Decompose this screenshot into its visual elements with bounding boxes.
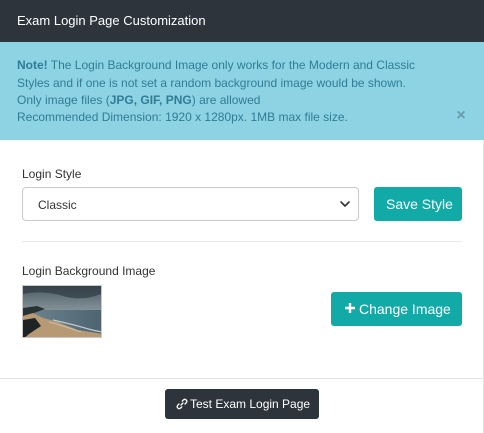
alert-line-3: Only image files (JPG, GIF, PNG) are all… <box>17 92 260 108</box>
save-style-label: Save Style <box>386 196 453 212</box>
link-icon <box>176 398 188 410</box>
section-divider <box>22 241 462 242</box>
change-image-label: Change Image <box>359 301 451 317</box>
coastal-landscape-image <box>23 286 101 337</box>
test-exam-login-page-label: Test Exam Login Page <box>190 397 311 411</box>
change-image-button[interactable]: Change Image <box>331 292 462 326</box>
panel-title: Exam Login Page Customization <box>17 13 206 28</box>
login-style-select[interactable]: Classic <box>22 187 359 221</box>
plus-icon <box>345 303 355 313</box>
alert-line-1-text: The Login Background Image only works fo… <box>47 58 415 72</box>
background-image-label: Login Background Image <box>22 264 156 278</box>
login-style-label: Login Style <box>22 167 82 181</box>
alert-file-types: JPG, GIF, PNG <box>109 93 192 107</box>
chevron-down-icon <box>340 201 350 207</box>
panel-header: Exam Login Page Customization <box>0 0 484 42</box>
login-style-selected-value: Classic <box>38 198 77 212</box>
background-image-thumbnail <box>22 285 102 338</box>
alert-line-3-suffix: ) are allowed <box>191 93 261 107</box>
alert-close-icon[interactable]: × <box>454 108 468 124</box>
info-alert: Note! The Login Background Image only wo… <box>0 42 484 140</box>
test-exam-login-page-button[interactable]: Test Exam Login Page <box>165 389 319 419</box>
footer-divider <box>0 378 484 379</box>
exam-login-customization-panel: Exam Login Page Customization Note! The … <box>0 0 484 433</box>
alert-line-1: Note! The Login Background Image only wo… <box>17 57 415 73</box>
save-style-button[interactable]: Save Style <box>374 187 462 221</box>
alert-line-4: Recommended Dimension: 1920 x 1280px. 1M… <box>17 110 348 124</box>
alert-line-3-prefix: Only image files ( <box>17 93 110 107</box>
alert-note-label: Note! <box>17 58 48 72</box>
alert-line-2: Styles and if one is not set a random ba… <box>17 76 406 90</box>
